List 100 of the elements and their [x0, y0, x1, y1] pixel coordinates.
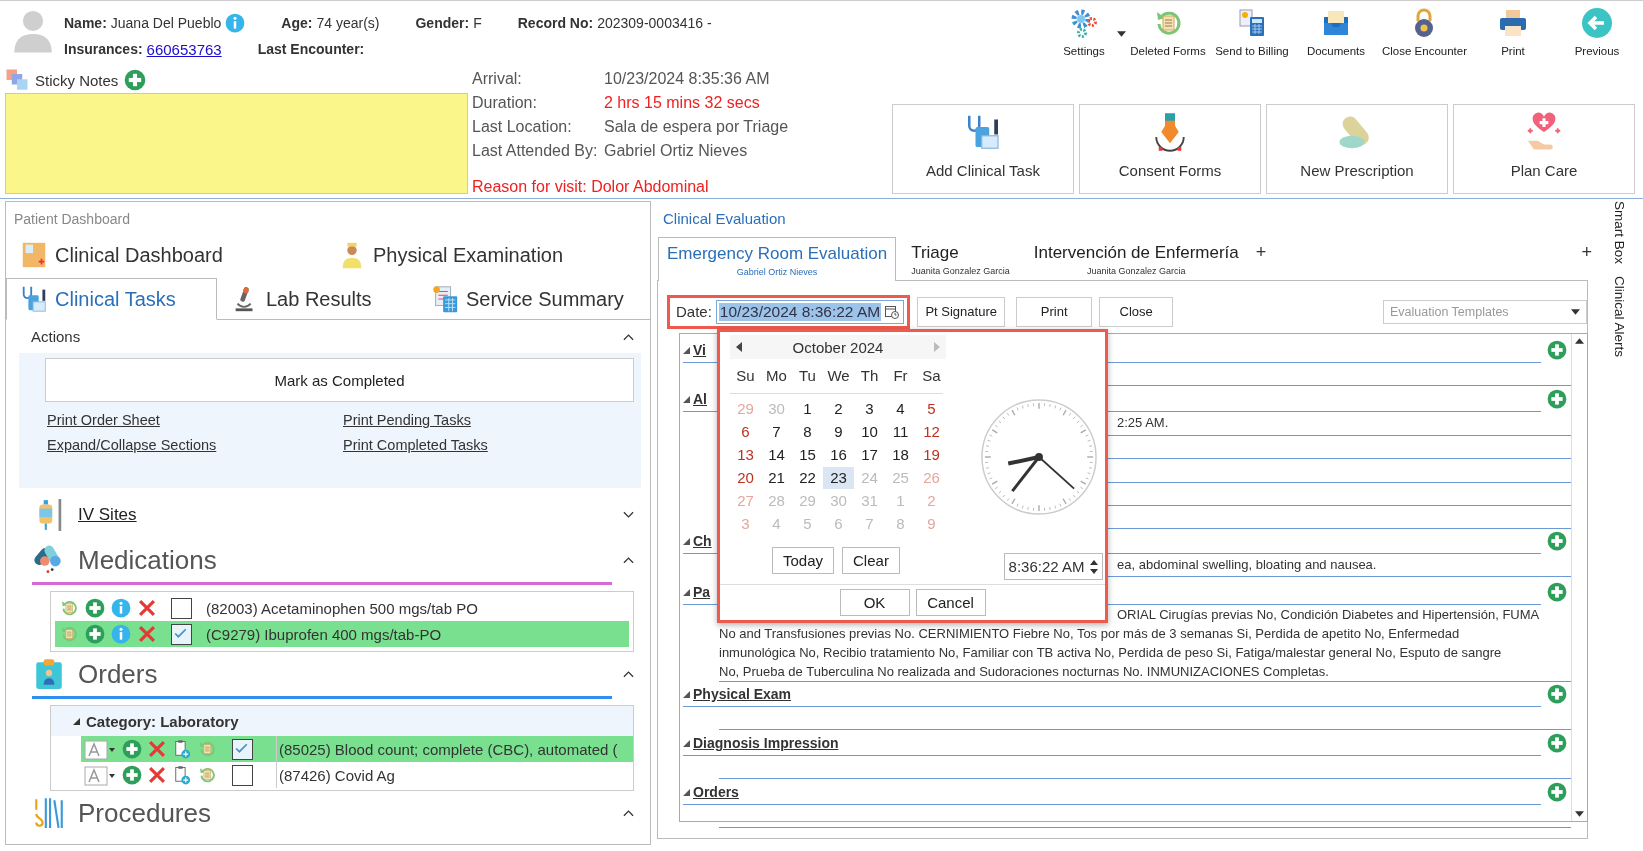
- calendar-day[interactable]: 17: [854, 444, 885, 466]
- section-title[interactable]: Vi: [693, 342, 706, 358]
- calendar-day[interactable]: 8: [792, 421, 823, 443]
- toolbar-button[interactable]: Pt Signature: [917, 296, 1006, 327]
- add-icon[interactable]: [1547, 582, 1567, 602]
- checkbox[interactable]: [171, 623, 192, 645]
- medication-row[interactable]: (C9279) Ibuprofen 400 mgs/tab-PO: [55, 621, 629, 647]
- tab[interactable]: Clinical Tasks: [6, 278, 217, 320]
- add-icon[interactable]: [1547, 782, 1567, 802]
- picker-button[interactable]: Clear: [842, 547, 900, 574]
- info-icon[interactable]: [225, 13, 246, 33]
- toolbar-button[interactable]: Close: [1099, 296, 1174, 327]
- chevron-icon[interactable]: [623, 332, 634, 341]
- calendar-day[interactable]: 1: [792, 398, 823, 420]
- close-encounter-button[interactable]: Close Encounter: [1377, 7, 1471, 67]
- action-link[interactable]: Print Order Sheet: [47, 412, 343, 428]
- side-tab[interactable]: Smart Box: [1611, 201, 1627, 265]
- calendar-day[interactable]: 6: [730, 421, 761, 443]
- calendar-day[interactable]: 10: [854, 421, 885, 443]
- section-title[interactable]: Diagnosis Impression: [693, 735, 839, 751]
- expand-triangle-icon[interactable]: [683, 788, 690, 796]
- chevron-icon[interactable]: [623, 511, 634, 519]
- add-icon[interactable]: [1547, 340, 1567, 360]
- delete-icon[interactable]: [137, 624, 157, 644]
- templates-dropdown[interactable]: Evaluation Templates: [1383, 299, 1587, 324]
- medication-row[interactable]: (82003) Acetaminophen 500 mgs/tab PO: [55, 595, 629, 621]
- date-field[interactable]: 10/23/2024 8:36:22 AM: [715, 299, 905, 324]
- add-icon[interactable]: [85, 598, 105, 618]
- quick-action-button[interactable]: New Prescription: [1266, 104, 1448, 194]
- picker-button[interactable]: Today: [772, 547, 835, 574]
- add-panel-button[interactable]: +: [1573, 241, 1600, 273]
- calendar-day[interactable]: 13: [730, 444, 761, 466]
- toolbar-button[interactable]: Print: [1016, 296, 1093, 327]
- tab[interactable]: Emergency Room Evaluation Gabriel Ortiz Nieves: [658, 237, 897, 281]
- calendar-day[interactable]: 21: [761, 467, 792, 489]
- side-tab[interactable]: Clinical Alerts: [1611, 276, 1627, 358]
- chevron-icon[interactable]: [623, 670, 634, 678]
- order-row[interactable]: [81, 736, 277, 762]
- calendar-day[interactable]: 4: [885, 398, 916, 420]
- section-title[interactable]: Orders: [693, 784, 739, 800]
- checkbox[interactable]: [232, 738, 253, 760]
- documents-button[interactable]: Documents: [1293, 7, 1378, 67]
- calendar-day[interactable]: 16: [823, 444, 854, 466]
- quick-action-button[interactable]: Consent Forms: [1079, 104, 1261, 194]
- clipboard-add-icon[interactable]: [172, 765, 192, 785]
- quick-action-button[interactable]: Plan Care: [1453, 104, 1635, 194]
- caret-icon[interactable]: [1116, 31, 1126, 37]
- add-icon[interactable]: [122, 739, 142, 759]
- tab[interactable]: Intervención de Enfermería Juanita Gonzalez Garcia: [1018, 236, 1248, 280]
- deleted-forms-button[interactable]: Deleted Forms: [1125, 7, 1210, 67]
- expand-triangle-icon[interactable]: [683, 346, 690, 354]
- add-icon[interactable]: [124, 69, 147, 91]
- expand-triangle-icon[interactable]: [683, 395, 690, 403]
- section-title[interactable]: Ch: [693, 533, 712, 549]
- time-field[interactable]: 8:36:22 AM: [1003, 553, 1104, 580]
- section-title[interactable]: Physical Exam: [693, 686, 792, 702]
- add-icon[interactable]: [1547, 684, 1567, 704]
- tab[interactable]: Service Summary: [417, 278, 647, 320]
- delete-icon[interactable]: [147, 739, 167, 759]
- calendar-day[interactable]: 19: [916, 444, 947, 466]
- insurance-link[interactable]: 660653763: [146, 40, 222, 58]
- expand-triangle-icon[interactable]: [683, 588, 690, 596]
- scrollbar[interactable]: [1571, 334, 1587, 821]
- calendar-day[interactable]: 12: [916, 421, 947, 443]
- calendar-day[interactable]: 22: [792, 467, 823, 489]
- expand-triangle-icon[interactable]: [683, 739, 690, 747]
- expand-triangle-icon[interactable]: [73, 717, 80, 725]
- calendar-day[interactable]: 3: [854, 398, 885, 420]
- previous-month-icon[interactable]: [736, 342, 742, 352]
- section-title[interactable]: Al: [693, 391, 707, 407]
- info-icon[interactable]: [111, 598, 131, 618]
- quick-action-button[interactable]: Add Clinical Task: [892, 104, 1074, 194]
- clipboard-add-icon[interactable]: [172, 739, 192, 759]
- calendar-day[interactable]: 18: [885, 444, 916, 466]
- section-title[interactable]: IV Sites: [78, 505, 611, 525]
- calendar-day[interactable]: 23: [823, 467, 854, 489]
- calendar-day[interactable]: 14: [761, 444, 792, 466]
- tab[interactable]: Clinical Dashboard: [6, 232, 324, 278]
- order-row[interactable]: [81, 762, 277, 788]
- action-link[interactable]: Print Pending Tasks: [343, 412, 633, 428]
- settings-button[interactable]: Settings: [1041, 7, 1126, 67]
- calendar-day[interactable]: 7: [761, 421, 792, 443]
- send-to-billing-button[interactable]: Send to Billing: [1209, 7, 1294, 67]
- tab[interactable]: Lab Results: [217, 278, 417, 320]
- picker-button[interactable]: Cancel: [915, 589, 986, 616]
- print-button[interactable]: Print: [1471, 7, 1555, 67]
- add-icon[interactable]: [1547, 531, 1567, 551]
- calendar-day[interactable]: 20: [730, 467, 761, 489]
- calendar-day[interactable]: 2: [823, 398, 854, 420]
- calendar-day[interactable]: 9: [823, 421, 854, 443]
- expand-triangle-icon[interactable]: [683, 690, 690, 698]
- checkbox[interactable]: [171, 597, 192, 619]
- add-icon[interactable]: [1547, 389, 1567, 409]
- picker-button[interactable]: OK: [839, 589, 910, 616]
- add-icon[interactable]: [85, 624, 105, 644]
- info-icon[interactable]: [111, 624, 131, 644]
- action-link[interactable]: Expand/Collapse Sections: [47, 437, 343, 453]
- chevron-icon[interactable]: [623, 556, 634, 564]
- calendar-day[interactable]: 5: [916, 398, 947, 420]
- calendar-day[interactable]: 15: [792, 444, 823, 466]
